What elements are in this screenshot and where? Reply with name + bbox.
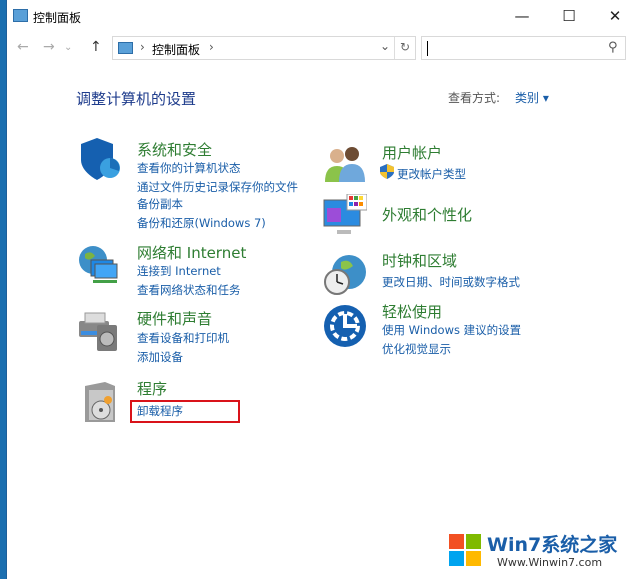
link-view-computer-status[interactable]: 查看你的计算机状态	[137, 160, 241, 176]
network-globe-icon	[79, 246, 118, 283]
monitor-personalization-icon	[323, 194, 367, 234]
control-panel-icon	[13, 9, 28, 22]
category-hardware-sound[interactable]: 硬件和声音	[137, 308, 212, 329]
forward-button[interactable]: →	[43, 39, 55, 55]
link-network-status[interactable]: 查看网络状态和任务	[137, 282, 241, 298]
category-system-security[interactable]: 系统和安全	[137, 139, 212, 160]
window-title: 控制面板	[33, 11, 82, 25]
link-optimize-display[interactable]: 优化视觉显示	[382, 341, 451, 357]
view-by-label: 查看方式:	[448, 91, 501, 105]
ease-of-access-icon	[324, 305, 366, 347]
category-user-accounts[interactable]: 用户帐户	[382, 142, 442, 163]
category-network-internet[interactable]: 网络和 Internet	[137, 242, 246, 263]
watermark-brand: Win7系统之家	[487, 534, 618, 556]
highlight-box	[130, 400, 240, 423]
address-dropdown-button[interactable]: ⌄	[380, 39, 390, 53]
chevron-down-icon: ▾	[542, 91, 549, 105]
breadcrumb-control-panel[interactable]: 控制面板	[152, 41, 200, 58]
link-devices-printers[interactable]: 查看设备和打印机	[137, 330, 229, 346]
control-panel-window: 控制面板 — ☐ ✕ ← → ⌄ ↑ › 控制面板 › ⌄ ↻ ⚲ 调整计算机的…	[6, 0, 643, 579]
maximize-button[interactable]: ☐	[559, 6, 579, 26]
watermark-url: Www.Winwin7.com	[497, 556, 603, 569]
close-button[interactable]: ✕	[605, 6, 625, 26]
link-recommended-settings[interactable]: 使用 Windows 建议的设置	[382, 322, 521, 338]
search-input[interactable]: ⚲	[421, 36, 626, 60]
view-by-value: 类别	[515, 91, 540, 105]
watermark: Win7系统之家 Www.Winwin7.com	[447, 528, 643, 576]
clock-globe-icon	[324, 255, 366, 295]
printer-speaker-icon	[79, 312, 117, 351]
back-button[interactable]: ←	[17, 39, 29, 55]
uac-shield-icon	[380, 164, 394, 179]
breadcrumb-separator: ›	[140, 40, 145, 54]
link-file-history[interactable]: 通过文件历史记录保存你的文件	[137, 179, 298, 195]
link-backup-copy[interactable]: 备份副本	[137, 196, 183, 212]
page-heading: 调整计算机的设置	[76, 90, 197, 108]
up-button[interactable]: ↑	[90, 39, 102, 55]
recent-locations-button[interactable]: ⌄	[64, 42, 72, 53]
search-icon[interactable]: ⚲	[608, 40, 618, 55]
shield-security-icon	[81, 138, 120, 180]
breadcrumb-separator[interactable]: ›	[209, 40, 214, 54]
link-backup-restore[interactable]: 备份和还原(Windows 7)	[137, 215, 266, 231]
link-add-device[interactable]: 添加设备	[137, 349, 183, 365]
category-appearance-personalization[interactable]: 外观和个性化	[382, 204, 472, 225]
address-bar[interactable]: › 控制面板 › ⌄ ↻	[112, 36, 416, 60]
link-change-account-type[interactable]: 更改帐户类型	[397, 166, 466, 182]
category-programs[interactable]: 程序	[137, 378, 167, 399]
link-change-date-time-format[interactable]: 更改日期、时间或数字格式	[382, 274, 520, 290]
minimize-button[interactable]: —	[512, 6, 532, 26]
link-connect-internet[interactable]: 连接到 Internet	[137, 263, 221, 279]
programs-disc-box-icon	[85, 382, 115, 422]
view-by-dropdown[interactable]: 类别 ▾	[515, 89, 549, 106]
control-panel-icon	[118, 42, 133, 54]
users-icon	[325, 147, 365, 182]
windows-logo-icon	[449, 534, 481, 566]
refresh-button[interactable]: ↻	[400, 40, 410, 54]
category-clock-region[interactable]: 时钟和区域	[382, 250, 457, 271]
category-ease-of-access[interactable]: 轻松使用	[382, 301, 442, 322]
